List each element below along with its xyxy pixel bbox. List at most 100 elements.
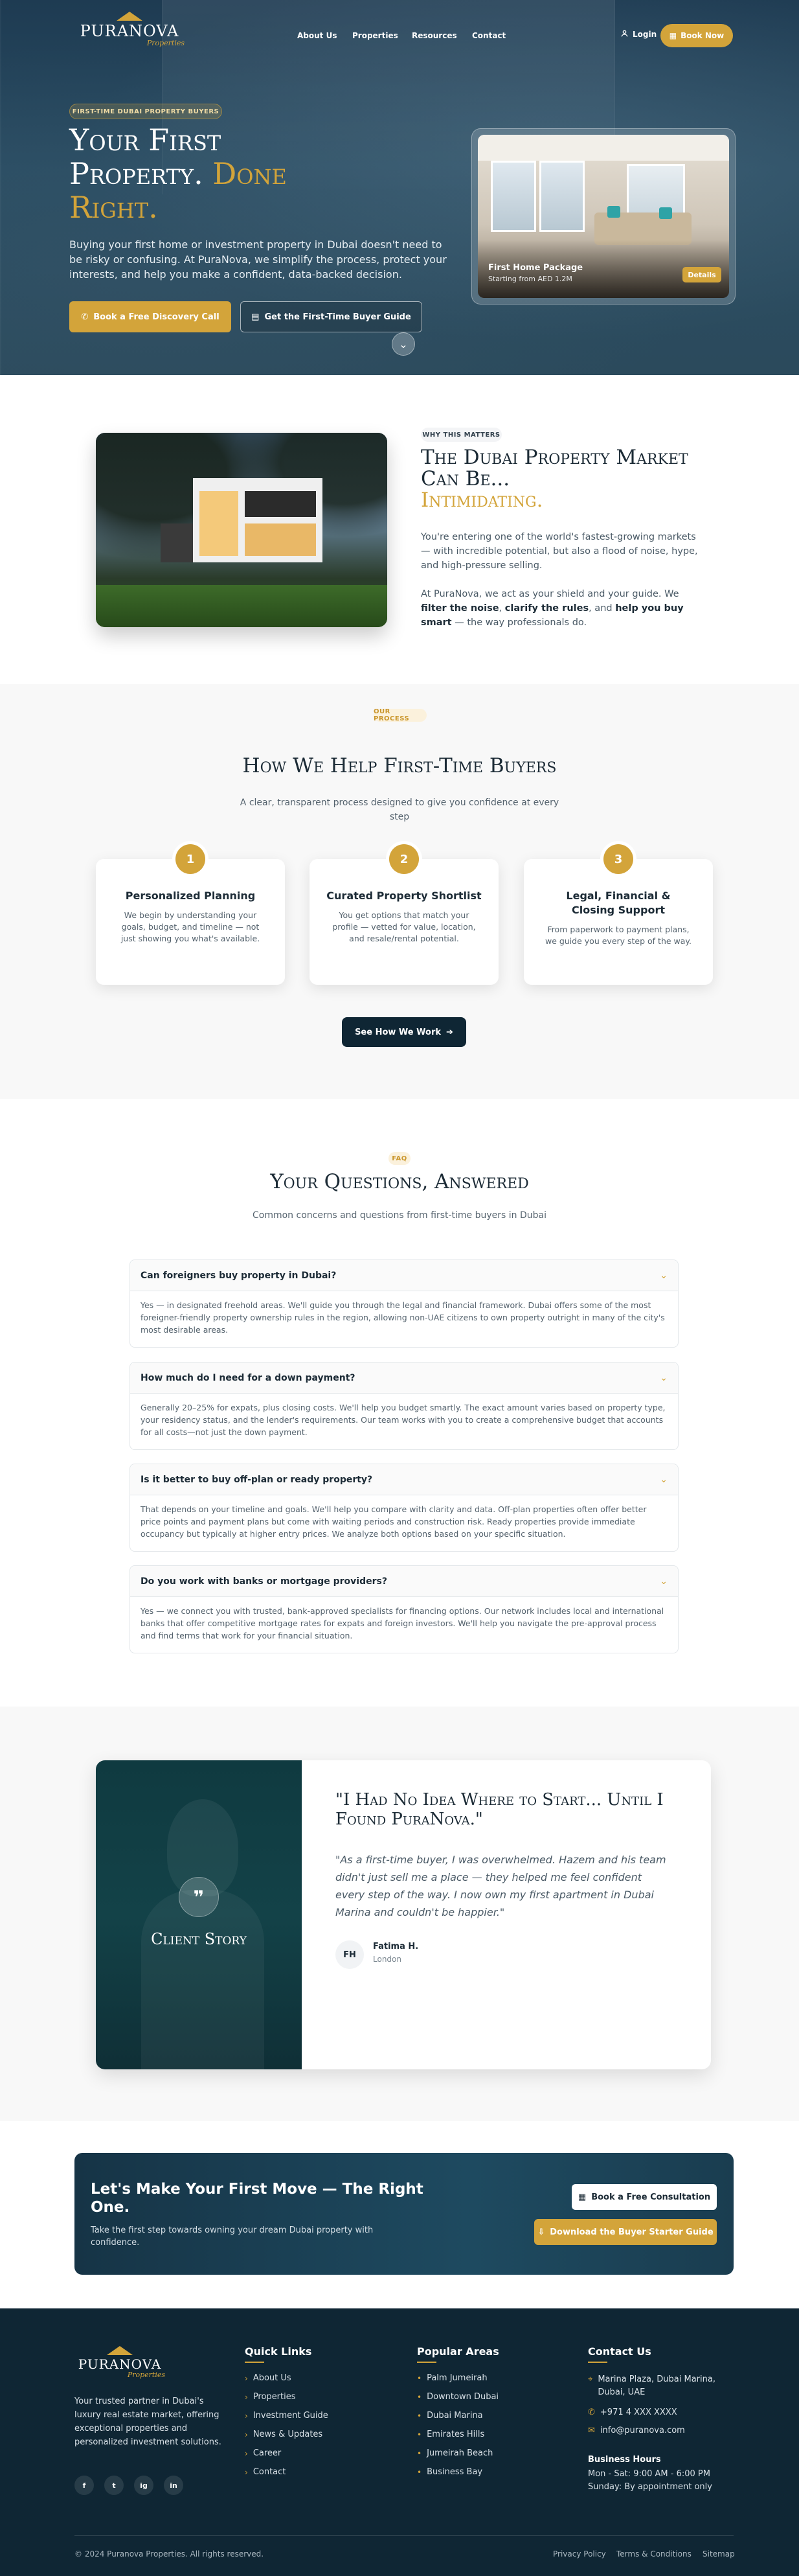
dot-icon: •: [417, 2411, 422, 2421]
contact-phone[interactable]: ✆ +971 4 XXX XXXX: [588, 2408, 677, 2417]
avatar: FH: [335, 1940, 364, 1969]
scroll-down-button[interactable]: ⌄: [392, 332, 415, 356]
contact-address: ⌖ Marina Plaza, Dubai Marina, Dubai, UAE: [588, 2373, 730, 2399]
details-button[interactable]: Details: [682, 267, 721, 282]
footer-link[interactable]: › News & Updates: [245, 2430, 328, 2439]
footer-link[interactable]: › Contact: [245, 2467, 328, 2477]
why-tag: WHY THIS MATTERS: [421, 428, 502, 442]
contact-email[interactable]: ✉ info@puranova.com: [588, 2426, 685, 2435]
terms-link[interactable]: Terms & Conditions: [616, 2549, 692, 2559]
buyer-guide-button[interactable]: ▤ Get the First-Time Buyer Guide: [240, 301, 422, 332]
facebook-icon[interactable]: f: [74, 2476, 94, 2495]
chevron-right-icon: ›: [245, 2392, 248, 2402]
user-icon: [620, 29, 629, 40]
process-card-2: 2 Curated Property Shortlist You get opt…: [309, 844, 499, 985]
faq-item-1: Can foreigners buy property in Dubai? ⌄ Y…: [129, 1259, 679, 1348]
copyright: © 2024 Puranova Properties. All rights r…: [74, 2549, 264, 2559]
process-card-1: 1 Personalized Planning We begin by unde…: [96, 844, 285, 985]
brand-logo[interactable]: PURANOVA Properties: [74, 12, 185, 47]
area-link[interactable]: • Business Bay: [417, 2467, 499, 2477]
footer-about: Your trusted partner in Dubai's luxury r…: [74, 2397, 221, 2447]
book-consultation-button[interactable]: ▦ Book a Free Consultation: [572, 2184, 717, 2210]
nav-properties[interactable]: Properties: [352, 31, 398, 40]
client-photo-panel: ❞ Client Story: [96, 1760, 302, 2069]
privacy-link[interactable]: Privacy Policy: [553, 2549, 606, 2559]
chevron-down-icon: ⌄: [660, 1372, 668, 1383]
chevron-right-icon: ›: [245, 2448, 248, 2458]
process-card-3: 3 Legal, Financial & Closing Support Fro…: [524, 844, 713, 985]
chevron-down-icon: ⌄: [660, 1474, 668, 1485]
client-story-label: Client Story: [151, 1930, 247, 1948]
quick-links-heading: Quick Links: [245, 2345, 312, 2358]
dot-icon: •: [417, 2448, 422, 2458]
dot-icon: •: [417, 2392, 422, 2402]
quote-icon: ❞: [179, 1877, 219, 1917]
step-number: 3: [603, 844, 633, 874]
footer-link[interactable]: › Investment Guide: [245, 2411, 328, 2421]
instagram-icon[interactable]: ig: [134, 2476, 153, 2495]
nav-contact[interactable]: Contact: [472, 31, 506, 40]
featured-property-card[interactable]: First Home Package Starting from AED 1.2…: [471, 128, 736, 305]
discovery-call-button[interactable]: ✆ Book a Free Discovery Call: [69, 301, 231, 332]
dot-icon: •: [417, 2430, 422, 2439]
hours-weekdays: Mon - Sat: 9:00 AM - 6:00 PM: [588, 2469, 710, 2479]
phone-icon: ✆: [588, 2408, 595, 2417]
hero-description: Buying your first home or investment pro…: [69, 238, 447, 281]
area-link[interactable]: • Downtown Dubai: [417, 2392, 499, 2402]
faq-question[interactable]: Do you work with banks or mortgage provi…: [130, 1566, 678, 1597]
area-link[interactable]: • Dubai Marina: [417, 2411, 499, 2421]
step-title: Curated Property Shortlist: [326, 890, 482, 902]
contact-heading: Contact Us: [588, 2345, 651, 2358]
step-number: 2: [389, 844, 419, 874]
area-link[interactable]: • Emirates Hills: [417, 2430, 499, 2439]
hours-sunday: Sunday: By appointment only: [588, 2482, 712, 2492]
calendar-icon: ▦: [669, 31, 677, 40]
book-now-button[interactable]: ▦ Book Now: [660, 24, 733, 47]
sitemap-link[interactable]: Sitemap: [703, 2549, 735, 2559]
client-location: London: [373, 1955, 401, 1964]
testimonial-quote: "As a first-time buyer, I was overwhelme…: [335, 1854, 666, 1918]
faq-tag: FAQ: [388, 1152, 411, 1165]
nav-resources[interactable]: Resources: [412, 31, 457, 40]
faq-question[interactable]: Is it better to buy off-plan or ready pr…: [130, 1464, 678, 1495]
faq-subtitle: Common concerns and questions from first…: [253, 1210, 546, 1221]
testimonial-card: ❞ Client Story "I Had No Idea Where to S…: [96, 1760, 711, 2069]
chevron-down-icon: ⌄: [660, 1576, 668, 1587]
testimonial-headline: "I Had No Idea Where to Start... Until I…: [335, 1790, 664, 1829]
footer-link[interactable]: › About Us: [245, 2373, 328, 2383]
faq-question[interactable]: Can foreigners buy property in Dubai? ⌄: [130, 1260, 678, 1291]
why-paragraph-2: At PuraNova, we act as your shield and y…: [421, 589, 684, 628]
step-text: You get options that match your profile …: [332, 910, 476, 943]
hero-title: Your First Property. Done Right.: [69, 122, 287, 225]
footer: PURANOVA Properties Your trusted partner…: [0, 2308, 799, 2576]
footer-link[interactable]: › Career: [245, 2448, 328, 2458]
calendar-icon: ▦: [578, 2192, 587, 2202]
mail-icon: ✉: [588, 2426, 595, 2435]
linkedin-icon[interactable]: in: [164, 2476, 183, 2495]
hours-heading: Business Hours: [588, 2455, 661, 2465]
living-room-image: First Home Package Starting from AED 1.2…: [478, 135, 729, 298]
faq-item-3: Is it better to buy off-plan or ready pr…: [129, 1464, 679, 1552]
twitter-icon[interactable]: t: [104, 2476, 124, 2495]
step-text: We begin by understanding your goals, bu…: [120, 910, 260, 943]
download-guide-button[interactable]: ⇩ Download the Buyer Starter Guide: [534, 2219, 717, 2245]
download-icon: ⇩: [537, 2227, 545, 2237]
popular-areas-heading: Popular Areas: [417, 2345, 499, 2358]
modern-house-image: [96, 433, 387, 627]
arrow-right-icon: ➔: [446, 1027, 453, 1037]
faq-answer: That depends on your timeline and goals.…: [141, 1504, 647, 1539]
area-link[interactable]: • Palm Jumeirah: [417, 2373, 499, 2383]
area-link[interactable]: • Jumeirah Beach: [417, 2448, 499, 2458]
faq-answer: Yes — we connect you with trusted, bank-…: [141, 1606, 664, 1640]
faq-question[interactable]: How much do I need for a down payment? ⌄: [130, 1363, 678, 1394]
footer-logo[interactable]: PURANOVA Properties: [74, 2346, 165, 2379]
nav-about[interactable]: About Us: [297, 31, 337, 40]
faq-answer: Yes — in designated freehold areas. We'l…: [141, 1300, 665, 1335]
faq-answer: Generally 20–25% for expats, plus closin…: [141, 1403, 666, 1437]
footer-link[interactable]: › Properties: [245, 2392, 328, 2402]
login-link[interactable]: Login: [620, 29, 657, 40]
chevron-right-icon: ›: [245, 2411, 248, 2421]
chevron-right-icon: ›: [245, 2373, 248, 2383]
see-how-we-work-button[interactable]: See How We Work ➔: [342, 1017, 466, 1047]
why-title: The Dubai Property Market Can Be... Intim…: [421, 446, 688, 512]
